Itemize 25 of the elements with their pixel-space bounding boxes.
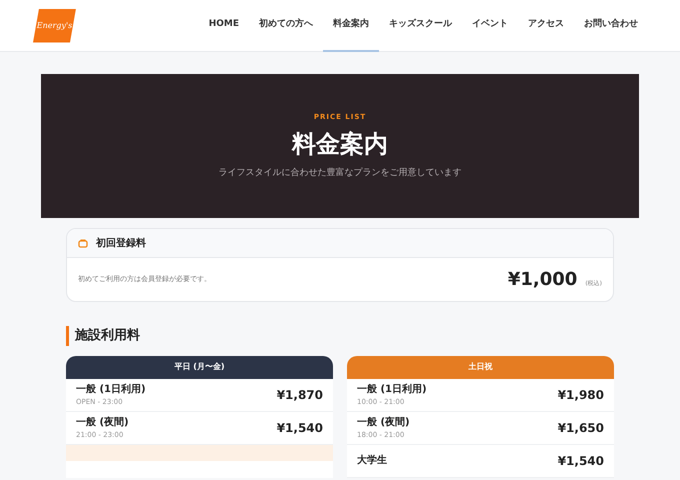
nav-link[interactable]: 初めての方へ	[249, 0, 323, 52]
nav-link[interactable]: アクセス	[518, 0, 574, 52]
wallet-icon	[78, 238, 88, 248]
plan-price: ¥1,540	[558, 452, 604, 470]
plan-name: 一般 (1日利用)	[357, 382, 427, 397]
card-title: 初回登録料	[96, 236, 146, 250]
card-header: 平日 (月〜金)	[66, 356, 333, 378]
plan-name: 大学生	[357, 454, 387, 468]
nav-link[interactable]: キッズスクール	[379, 0, 462, 52]
plan-price: ¥1,870	[276, 386, 323, 404]
nav-link[interactable]: イベント	[462, 0, 518, 52]
section-title: 施設利用料	[66, 326, 614, 346]
plan-price: ¥1,540	[276, 420, 323, 436]
plan-price: ¥1,650	[558, 420, 604, 436]
nav-link[interactable]: お問い合わせ	[574, 0, 648, 52]
nav-link[interactable]: HOME	[198, 0, 249, 52]
plan-name: 一般 (1日利用)	[76, 382, 146, 397]
plan-name: 一般 (夜間)	[357, 415, 410, 430]
page-subtitle: ライフスタイルに合わせた豊富なプランをご用意しています	[218, 166, 462, 180]
card-header: 土日祝	[347, 356, 614, 378]
plan-price: ¥1,980	[558, 386, 604, 404]
plan-name: 一般 (夜間)	[76, 415, 129, 430]
page-title: 料金案内	[292, 130, 388, 159]
nav-link[interactable]: 料金案内	[323, 0, 379, 52]
price: ¥1,000	[508, 268, 578, 292]
